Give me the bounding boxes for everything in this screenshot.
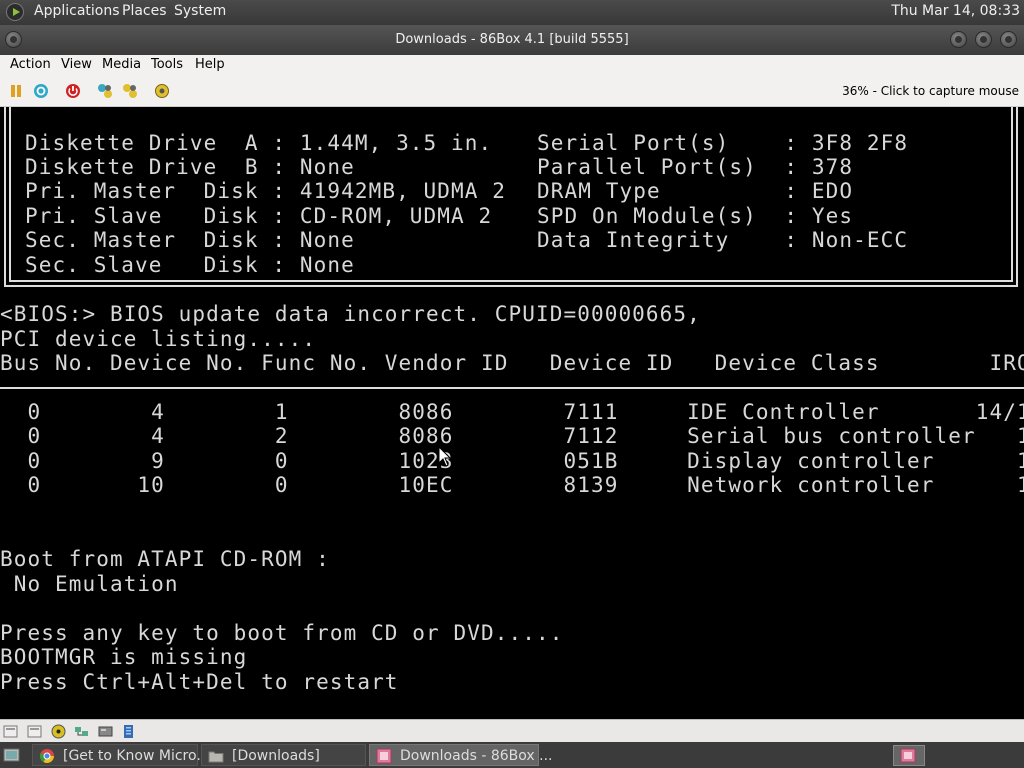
pci-row: 0 4 2 8086 7112 Serial bus controller 10 — [0, 424, 1024, 448]
minimize-button[interactable] — [950, 31, 967, 48]
config-line: Sec. Slave Disk : None — [25, 253, 355, 277]
menu-system[interactable]: System — [174, 3, 226, 19]
reset-icon[interactable] — [33, 83, 49, 99]
emulator-statusbar — [0, 719, 1024, 743]
config-line: Parallel Port(s) : 378 — [537, 155, 854, 179]
taskbar-item-label: Downloads - 86Box ... — [400, 748, 553, 764]
chrome-icon — [39, 749, 54, 763]
menu-view[interactable]: View — [61, 57, 92, 72]
boot-line: Press Ctrl+Alt+Del to restart — [0, 670, 399, 694]
boot-line: BOOTMGR is missing — [0, 645, 248, 669]
maximize-button[interactable] — [975, 31, 992, 48]
emulator-screen[interactable]: Diskette Drive A : 1.44M, 3.5 in. Disket… — [0, 107, 1024, 719]
mouse-pointer-icon — [438, 446, 452, 467]
top-panel: Applications Places System Thu Mar 14, 0… — [0, 0, 1024, 25]
window-title: Downloads - 86Box 4.1 [build 5555] — [395, 32, 629, 47]
menu-applications[interactable]: Applications — [34, 3, 120, 19]
pci-row: 0 4 1 8086 7111 IDE Controller 14/15 — [0, 400, 1024, 424]
config-line: Serial Port(s) : 3F8 2F8 — [537, 131, 909, 155]
menu-action[interactable]: Action — [10, 57, 51, 72]
network-icon[interactable] — [74, 724, 89, 739]
boot-line: Press any key to boot from CD or DVD....… — [0, 621, 564, 645]
menu-places[interactable]: Places — [122, 3, 167, 19]
config-line: Data Integrity : Non-ECC — [537, 228, 909, 252]
config-line: Diskette Drive A : 1.44M, 3.5 in. — [25, 131, 493, 155]
menu-help[interactable]: Help — [195, 57, 225, 72]
config-line: Sec. Master Disk : None — [25, 228, 355, 252]
toolbar: 36% - Click to capture mouse — [0, 77, 1024, 107]
power-icon[interactable] — [65, 83, 81, 99]
floppy-a-icon[interactable] — [3, 724, 18, 739]
taskbar-item-86box[interactable]: Downloads - 86Box ... — [369, 744, 552, 766]
clock[interactable]: Thu Mar 14, 08:33 — [891, 3, 1020, 19]
capture-mouse-status[interactable]: 36% - Click to capture mouse — [842, 84, 1019, 98]
settings-icon[interactable] — [154, 83, 170, 99]
config-line: SPD On Module(s) : Yes — [537, 204, 854, 228]
pci-header: Bus No. Device No. Func No. Vendor ID De… — [0, 351, 1024, 375]
config-line: Diskette Drive B : None — [25, 155, 355, 179]
workspace-switcher[interactable] — [893, 745, 925, 766]
config-line: Pri. Slave Disk : CD-ROM, UDMA 2 — [25, 204, 493, 228]
taskbar-item-label: [Get to Know Micro... — [63, 748, 210, 764]
sound-icon[interactable] — [121, 724, 136, 739]
window-titlebar[interactable]: Downloads - 86Box 4.1 [build 5555] — [0, 25, 1024, 55]
pci-row: 0 10 0 10EC 8139 Network controller 11 — [0, 473, 1024, 497]
menu-tools[interactable]: Tools — [151, 57, 183, 72]
floppy-b-icon[interactable] — [27, 724, 42, 739]
config-line: Pri. Master Disk : 41942MB, UDMA 2 — [25, 179, 507, 203]
close-button[interactable] — [1000, 31, 1017, 48]
pci-divider — [0, 387, 1024, 389]
menu-media[interactable]: Media — [102, 57, 141, 72]
86box-icon — [376, 748, 392, 764]
show-desktop-icon[interactable] — [3, 747, 20, 763]
ctrl-alt-del-icon[interactable] — [97, 83, 113, 99]
pause-icon[interactable] — [8, 83, 24, 99]
boot-line: No Emulation — [0, 572, 179, 596]
pci-title: PCI device listing..... — [0, 327, 317, 351]
ctrl-alt-esc-icon[interactable] — [122, 83, 138, 99]
folder-icon — [208, 751, 224, 763]
applications-logo-icon[interactable] — [6, 3, 24, 21]
workspace-icon — [900, 748, 916, 763]
taskbar: [Get to Know Micro... [Downloads] Downlo… — [0, 742, 1024, 768]
menubar: Action View Media Tools Help — [0, 55, 1024, 77]
taskbar-item-browser[interactable]: [Get to Know Micro... — [32, 744, 210, 766]
hard-disk-icon[interactable] — [98, 724, 113, 739]
cdrom-icon[interactable] — [51, 724, 66, 739]
bios-message: <BIOS:> BIOS update data incorrect. CPUI… — [0, 302, 701, 326]
pci-row: 0 9 0 1023 051B Display controller 10 — [0, 449, 1024, 473]
taskbar-item-downloads-folder[interactable]: [Downloads] — [201, 744, 366, 766]
boot-line: Boot from ATAPI CD-ROM : — [0, 547, 330, 571]
config-line: DRAM Type : EDO — [537, 179, 854, 203]
taskbar-item-label: [Downloads] — [232, 748, 320, 764]
